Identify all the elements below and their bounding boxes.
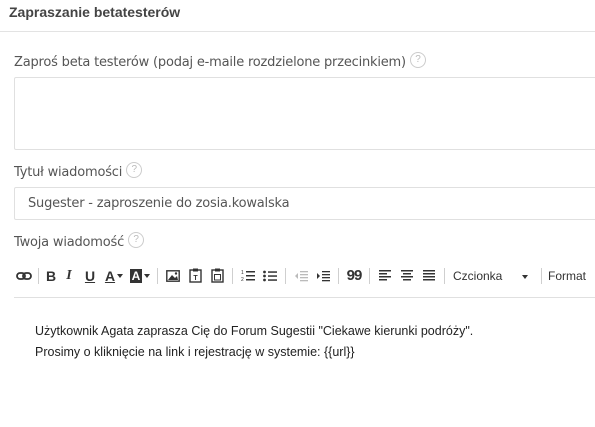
align-center-icon[interactable] [396,265,418,287]
toolbar-separator [232,267,233,284]
editor-toolbar: B I U A A T 12 99 Czcionka Format [14,262,595,289]
bg-color-button[interactable]: A [127,265,153,287]
font-dropdown-label: Czcionka [453,268,503,283]
title-divider [0,31,595,32]
image-icon[interactable] [162,265,184,287]
toolbar-separator [369,267,370,284]
text-color-button[interactable]: A [101,265,127,287]
toolbar-separator [338,267,339,284]
italic-button[interactable]: I [59,265,79,287]
toolbar-separator [285,267,286,284]
underline-button[interactable]: U [79,265,101,287]
editor-line: Prosimy o kliknięcie na link i rejestrac… [35,345,355,359]
toolbar-separator [444,267,445,284]
paste-text-icon[interactable]: T [184,265,206,287]
bg-color-label: A [129,268,143,283]
subject-label-row: Tytuł wiadomości? [14,162,143,180]
paste-word-icon[interactable] [206,265,228,287]
subject-label: Tytuł wiadomości [14,165,123,180]
emails-textarea[interactable] [14,77,595,150]
help-icon[interactable]: ? [409,52,426,68]
chevron-down-icon [522,275,529,279]
text-color-label: A [104,267,116,284]
blockquote-icon[interactable]: 99 [343,265,365,287]
emails-label: Zaproś beta testerów (podaj e-maile rozd… [14,55,406,70]
editor-line: Użytkownik Agata zaprasza Cię do Forum S… [35,324,474,338]
format-dropdown-label: Format [548,268,587,283]
chevron-down-icon [117,273,124,278]
align-left-icon[interactable] [374,265,396,287]
help-icon[interactable]: ? [126,162,143,178]
link-icon[interactable] [14,265,34,287]
message-label-row: Twoja wiadomość? [14,232,145,250]
unordered-list-icon[interactable] [259,265,281,287]
ordered-list-icon[interactable]: 12 [237,265,259,287]
toolbar-separator [38,267,39,284]
indent-icon[interactable] [312,265,334,287]
editor-divider [14,297,595,298]
outdent-icon[interactable] [290,265,312,287]
svg-text:T: T [193,275,198,282]
page-title: Zapraszanie betatesterów [9,4,181,20]
svg-text:1: 1 [241,270,244,276]
help-icon[interactable]: ? [128,232,145,248]
svg-text:2: 2 [241,277,244,282]
emails-label-row: Zaproś beta testerów (podaj e-maile rozd… [14,52,426,70]
message-editor[interactable]: Użytkownik Agata zaprasza Cię do Forum S… [35,321,473,363]
format-dropdown[interactable]: Format [546,265,595,287]
toolbar-separator [157,267,158,284]
font-dropdown[interactable]: Czcionka [449,265,537,287]
align-justify-icon[interactable] [418,265,440,287]
subject-input[interactable]: Sugester - zaproszenie do zosia.kowalska [14,187,595,220]
toolbar-separator [541,267,542,284]
chevron-down-icon [144,273,151,278]
bold-button[interactable]: B [43,265,59,287]
message-label: Twoja wiadomość [14,235,125,250]
